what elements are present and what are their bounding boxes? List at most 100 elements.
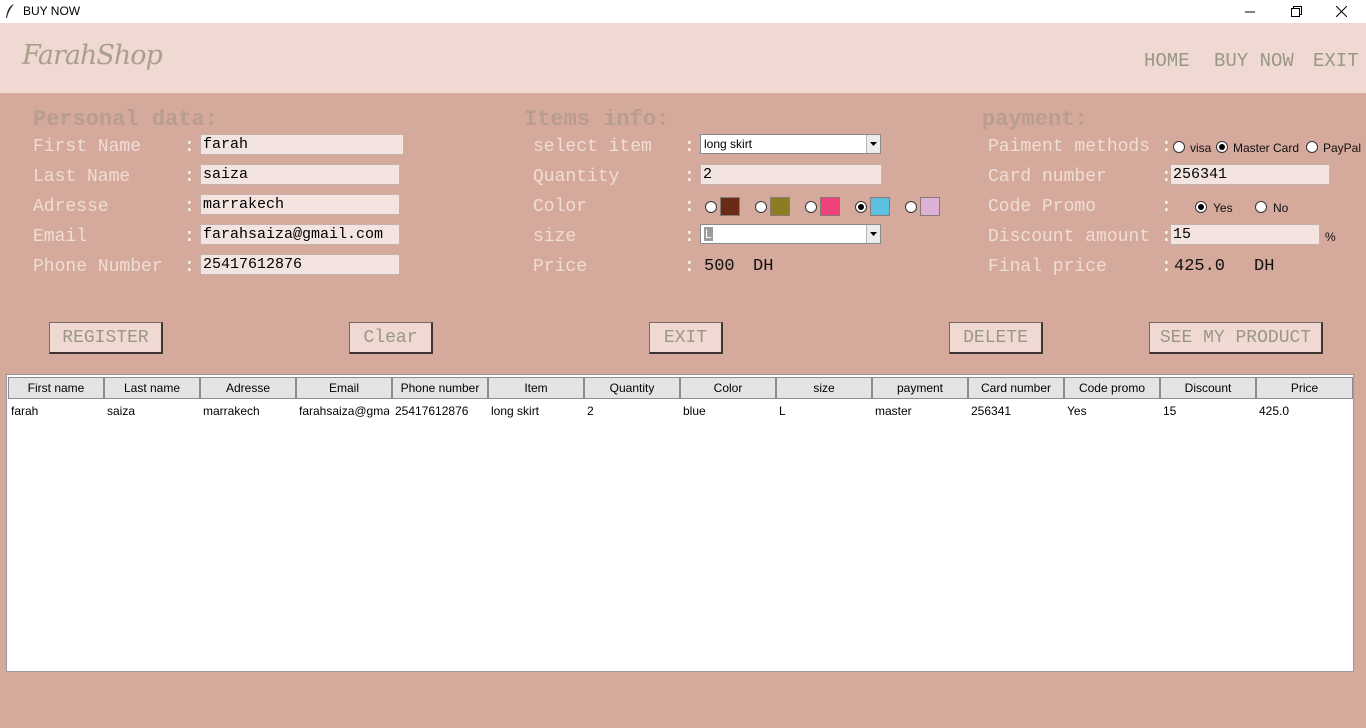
nav-buy-now[interactable]: BUY NOW <box>1214 50 1294 72</box>
minimize-button[interactable] <box>1227 0 1273 23</box>
paypal-radio[interactable] <box>1306 141 1318 153</box>
feather-icon <box>6 4 14 18</box>
column-header[interactable]: Adresse <box>200 377 296 399</box>
size-label: size <box>533 227 577 247</box>
close-icon <box>1335 6 1347 17</box>
phone-field[interactable]: 25417612876 <box>200 254 400 275</box>
color-radio[interactable] <box>755 201 767 213</box>
column-header[interactable]: First name <box>8 377 104 399</box>
chevron-down-icon <box>870 232 877 236</box>
column-header[interactable]: Item <box>488 377 584 399</box>
size-select[interactable]: L <box>700 224 881 244</box>
last-name-field[interactable]: saiza <box>200 164 400 185</box>
column-header[interactable]: Color <box>680 377 776 399</box>
promo-no-radio[interactable] <box>1255 201 1267 213</box>
column-header[interactable]: size <box>776 377 872 399</box>
column-header[interactable]: payment <box>872 377 968 399</box>
colon: : <box>684 167 695 187</box>
register-button[interactable]: REGISTER <box>49 322 163 354</box>
table-cell: 2 <box>587 404 594 418</box>
column-header[interactable]: Code promo <box>1064 377 1160 399</box>
item-select[interactable]: long skirt <box>700 134 881 154</box>
color-radio[interactable] <box>905 201 917 213</box>
table-cell: 15 <box>1163 404 1177 418</box>
mastercard-radio[interactable] <box>1216 141 1228 153</box>
colon: : <box>184 197 195 217</box>
color-swatch[interactable] <box>820 197 840 216</box>
shop-logo: FarahShop <box>22 40 163 71</box>
colon: : <box>184 227 195 247</box>
colon: : <box>684 197 695 217</box>
code-promo-label: Code Promo <box>988 197 1097 217</box>
close-button[interactable] <box>1318 0 1364 23</box>
discount-field[interactable]: 15 <box>1170 224 1320 245</box>
color-swatch[interactable] <box>920 197 940 216</box>
size-select-value: L <box>704 227 713 241</box>
colon: : <box>1161 197 1172 217</box>
colon: : <box>184 137 195 157</box>
color-radio[interactable] <box>705 201 717 213</box>
quantity-field[interactable]: 2 <box>700 164 882 185</box>
column-header[interactable]: Quantity <box>584 377 680 399</box>
table-cell: L <box>779 404 786 418</box>
table-cell: master <box>875 404 912 418</box>
last-name-label: Last Name <box>33 167 131 187</box>
address-field[interactable]: marrakech <box>200 194 400 215</box>
color-swatch[interactable] <box>720 197 740 216</box>
colon: : <box>1161 257 1172 277</box>
table-cell: marrakech <box>203 404 260 418</box>
table-cell: blue <box>683 404 706 418</box>
visa-radio[interactable] <box>1173 141 1185 153</box>
item-select-dropdown[interactable] <box>866 135 880 153</box>
select-item-label: select item <box>533 137 652 157</box>
column-header[interactable]: Email <box>296 377 392 399</box>
color-swatch[interactable] <box>870 197 890 216</box>
color-swatch[interactable] <box>770 197 790 216</box>
table-cell: saiza <box>107 404 136 418</box>
promo-no-label: No <box>1273 201 1289 215</box>
clear-button[interactable]: Clear <box>349 322 433 354</box>
delete-button[interactable]: DELETE <box>949 322 1043 354</box>
email-label: Email <box>33 227 88 247</box>
app-header: FarahShop HOME BUY NOW EXIT <box>0 23 1366 93</box>
items-info-title: Items info: <box>524 107 670 132</box>
nav-home[interactable]: HOME <box>1144 50 1190 72</box>
table-cell: 425.0 <box>1259 404 1290 418</box>
maximize-button[interactable] <box>1273 0 1319 23</box>
item-select-value: long skirt <box>704 137 753 151</box>
color-radio[interactable] <box>855 201 867 213</box>
visa-radio-label: visa <box>1190 141 1212 155</box>
colon: : <box>684 257 695 277</box>
column-header[interactable]: Card number <box>968 377 1064 399</box>
card-number-label: Card number <box>988 167 1107 187</box>
promo-yes-radio[interactable] <box>1195 201 1207 213</box>
restore-icon <box>1290 6 1302 17</box>
exit-button[interactable]: EXIT <box>649 322 723 354</box>
discount-unit: % <box>1325 230 1336 244</box>
table-cell: long skirt <box>491 404 540 418</box>
payment-methods-label: Paiment methods <box>988 137 1151 157</box>
first-name-field[interactable]: farah <box>200 134 404 155</box>
window-title: BUY NOW <box>23 4 81 18</box>
column-header[interactable]: Discount <box>1160 377 1256 399</box>
table-cell: farah <box>11 404 39 418</box>
price-value: 500 <box>704 257 735 276</box>
orders-table[interactable]: First name Last name Adresse Email Phone num… <box>6 374 1354 672</box>
promo-yes-label: Yes <box>1213 201 1233 215</box>
minimize-icon <box>1245 11 1255 12</box>
chevron-down-icon <box>870 142 877 146</box>
nav-exit[interactable]: EXIT <box>1313 50 1359 72</box>
color-label: Color <box>533 197 588 217</box>
see-my-product-button[interactable]: SEE MY PRODUCT <box>1149 322 1323 354</box>
size-select-dropdown[interactable] <box>866 225 880 243</box>
column-header[interactable]: Phone number <box>392 377 488 399</box>
card-number-field[interactable]: 256341 <box>1170 164 1330 185</box>
email-field[interactable]: farahsaiza@gmail.com <box>200 224 400 245</box>
paypal-radio-label: PayPal <box>1323 141 1362 155</box>
column-header[interactable]: Last name <box>104 377 200 399</box>
column-header[interactable]: Price <box>1256 377 1353 399</box>
table-cell: 256341 <box>971 404 1012 418</box>
mastercard-radio-label: Master Card <box>1233 141 1300 155</box>
color-radio[interactable] <box>805 201 817 213</box>
colon: : <box>1161 137 1172 157</box>
